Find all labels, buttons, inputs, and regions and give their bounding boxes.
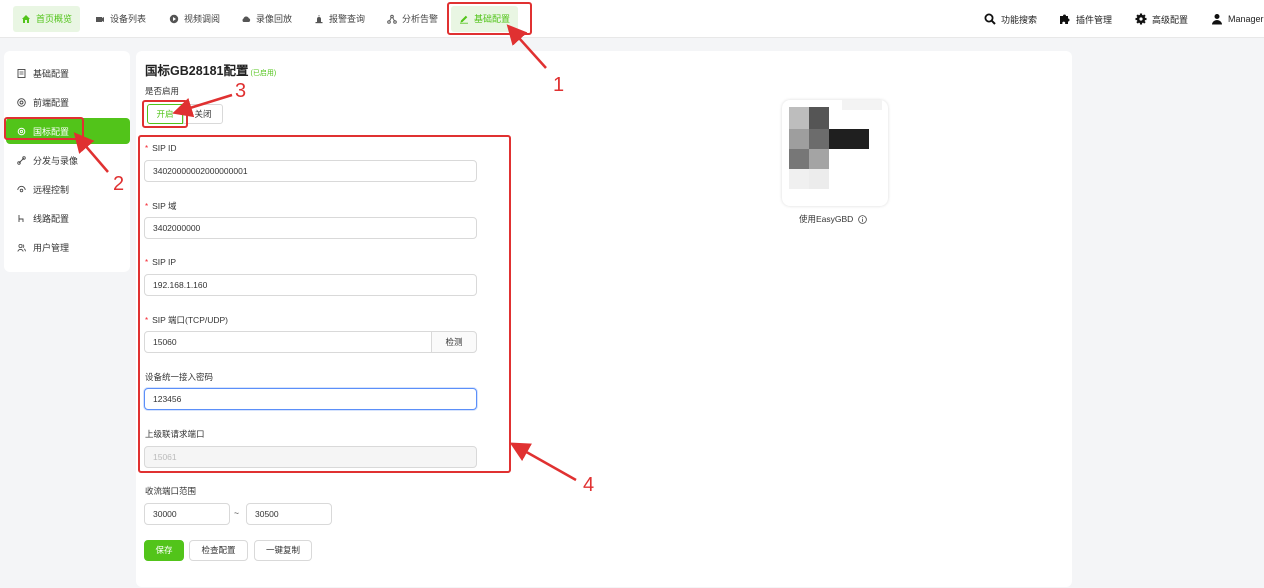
link-icon (17, 155, 26, 165)
camera-icon (96, 17, 104, 22)
nav-analysis-alarm-label: 分析告警 (402, 14, 439, 24)
target-icon (17, 97, 26, 107)
advanced-config-label: 高级配置 (1152, 14, 1189, 25)
nav-device-list[interactable]: 设备列表 (87, 6, 154, 32)
nav-home-label: 首页概览 (36, 14, 73, 24)
nav-video-view-label: 视频调阅 (184, 14, 221, 24)
sidebar: 基础配置 前端配置 国标配置 分发与录像 远程控制 线路配置 用户管理 (4, 51, 130, 272)
sidebar-item-basic[interactable]: 基础配置 (4, 60, 130, 86)
analysis-icon (387, 14, 397, 24)
copy-config-button[interactable]: 一键复制 (254, 540, 312, 561)
gear-icon (1135, 13, 1147, 25)
qr-code-image (782, 100, 888, 206)
sidebar-item-distribution[interactable]: 分发与录像 (4, 147, 130, 173)
sidebar-item-label: 线路配置 (33, 213, 70, 224)
enable-label: 是否启用 (145, 86, 180, 96)
nav-user-menu[interactable]: Manager (1211, 11, 1264, 27)
qr-caption-text: 使用EasyGBD (799, 214, 854, 224)
top-nav-bar: 首页概览 设备列表 视频调阅 录像回放 报警查询 分析告警 基础配置 功能搜索 … (0, 0, 1264, 38)
annotation-number-2: 2 (113, 173, 125, 195)
sidebar-item-frontend[interactable]: 前端配置 (4, 89, 130, 115)
status-badge: (已启用) (250, 70, 277, 77)
sidebar-item-label: 远程控制 (33, 184, 70, 195)
user-name-label: Manager (1228, 14, 1264, 24)
play-icon (169, 14, 179, 24)
home-icon (22, 15, 30, 23)
cloud-icon (242, 16, 251, 22)
sidebar-item-label: 基础配置 (33, 68, 70, 79)
annotation-number-3: 3 (235, 80, 247, 102)
annotation-number-4: 4 (583, 474, 595, 496)
nav-alarm-query-label: 报警查询 (329, 14, 366, 24)
nav-video-view[interactable]: 视频调阅 (161, 6, 228, 32)
save-button[interactable]: 保存 (144, 540, 184, 561)
sidebar-item-label: 分发与录像 (33, 155, 79, 166)
list-icon (17, 68, 26, 78)
nav-home[interactable]: 首页概览 (13, 6, 81, 32)
range-to-input[interactable]: 30500 (246, 503, 332, 525)
annotation-number-1: 1 (553, 74, 565, 96)
sidebar-item-remote[interactable]: 远程控制 (4, 176, 130, 202)
search-icon (984, 13, 996, 25)
range-separator: ~ (234, 508, 239, 518)
info-icon[interactable] (858, 214, 868, 224)
stream-range-label: 收流端口范围 (145, 486, 197, 496)
puzzle-icon (1060, 14, 1070, 24)
nav-playback-label: 录像回放 (256, 14, 293, 24)
sidebar-item-label: 用户管理 (33, 242, 70, 253)
enable-off-button[interactable]: 关闭 (183, 104, 223, 124)
nav-function-search[interactable]: 功能搜索 (984, 11, 1037, 27)
qr-caption: 使用EasyGBD (799, 213, 868, 225)
user-icon (1212, 14, 1222, 25)
remote-icon (17, 185, 26, 192)
nav-device-list-label: 设备列表 (110, 14, 147, 24)
annotation-box-1 (447, 2, 532, 35)
page-title-text: 国标GB28181配置 (145, 64, 249, 78)
sidebar-item-label: 前端配置 (33, 97, 70, 108)
nav-advanced-config[interactable]: 高级配置 (1135, 11, 1188, 27)
sidebar-item-route[interactable]: 线路配置 (4, 205, 130, 231)
annotation-box-3 (142, 100, 188, 128)
annotation-box-2 (4, 117, 84, 140)
users-icon (17, 243, 26, 252)
range-from-input[interactable]: 30000 (144, 503, 230, 525)
check-config-button[interactable]: 检查配置 (189, 540, 248, 561)
nav-plugin-manage[interactable]: 插件管理 (1059, 11, 1112, 27)
annotation-box-4 (138, 135, 511, 473)
alarm-icon (315, 15, 323, 24)
route-icon (18, 214, 24, 222)
function-search-label: 功能搜索 (1001, 14, 1038, 25)
plugin-manage-label: 插件管理 (1076, 14, 1113, 25)
nav-analysis-alarm[interactable]: 分析告警 (379, 6, 446, 32)
sidebar-item-users[interactable]: 用户管理 (4, 234, 130, 260)
nav-playback[interactable]: 录像回放 (233, 6, 300, 32)
nav-alarm-query[interactable]: 报警查询 (306, 6, 373, 32)
page-title: 国标GB28181配置 (已启用) (145, 60, 276, 79)
